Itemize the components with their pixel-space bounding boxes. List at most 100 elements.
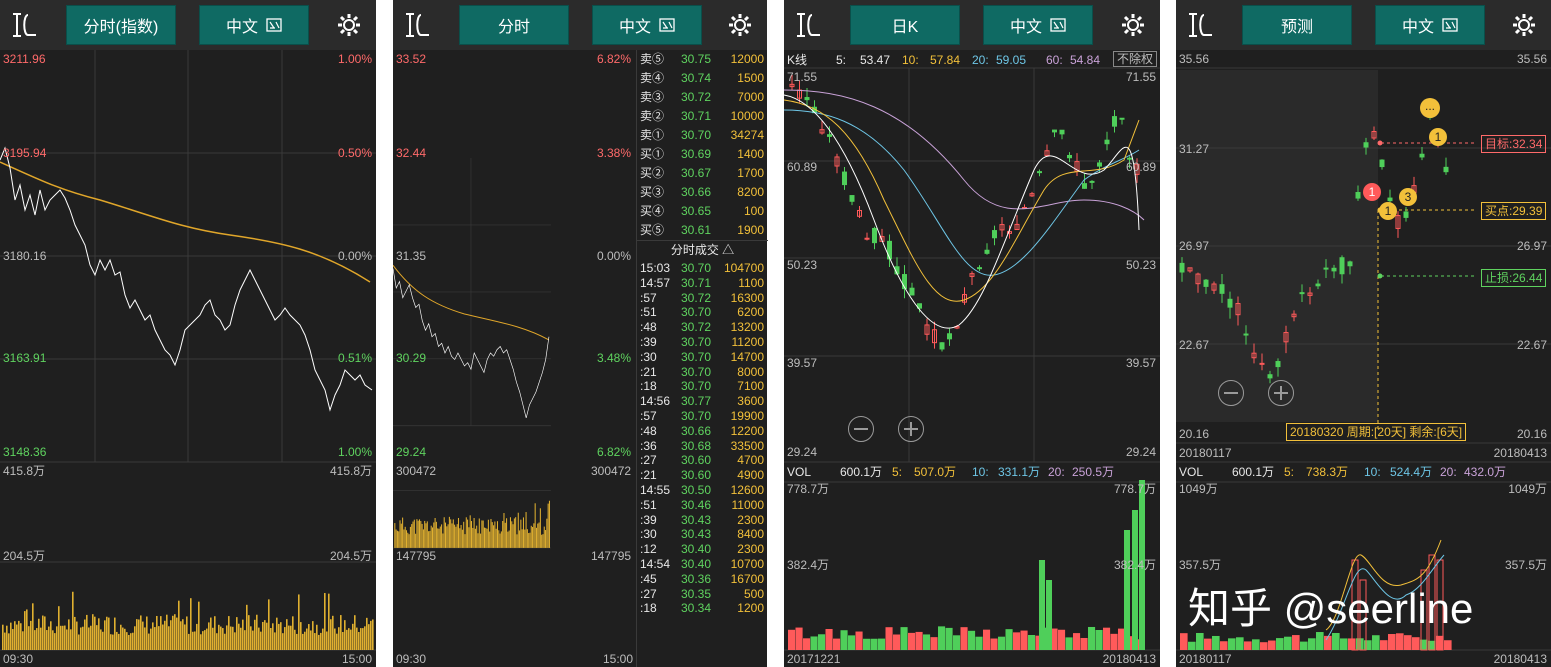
volume-bar (538, 522, 540, 548)
volume-bar (278, 623, 280, 650)
zoom-in-button[interactable] (898, 416, 924, 442)
volume-bar (102, 631, 104, 650)
volume-bar (975, 636, 983, 650)
language-button[interactable]: 中文 (199, 5, 309, 45)
signal-badge[interactable]: 1 (1363, 183, 1381, 201)
candlesticks (789, 75, 1140, 352)
volume-bar (12, 629, 14, 650)
volume-bar (504, 522, 506, 548)
volume-bar (276, 617, 278, 650)
volume-bar (140, 615, 142, 650)
volume-bar (226, 625, 228, 650)
volume-bar (324, 593, 326, 650)
adjust-toggle[interactable]: 不除权 (1113, 51, 1158, 67)
price-label: 30.29 (396, 351, 427, 365)
tab-intraday[interactable]: 分时 (459, 5, 569, 45)
volume-bar (930, 637, 938, 650)
volume-bar (112, 634, 114, 650)
tab-daily-k[interactable]: 日K (850, 5, 960, 45)
volume-bar (42, 615, 44, 650)
volume-bar (94, 616, 96, 650)
volume-bar (394, 523, 396, 548)
volume-bar (416, 519, 418, 548)
volume-bar (424, 520, 426, 548)
target-price-tag: 目标:32.34 (1481, 135, 1547, 153)
gear-icon[interactable] (336, 12, 362, 38)
signal-badge[interactable]: 3 (1399, 188, 1417, 206)
volume-bar (438, 528, 440, 548)
volume-bar (274, 632, 276, 650)
volume-bar (522, 517, 524, 548)
volume-bar (164, 620, 166, 650)
volume-bar (485, 527, 487, 548)
tab-label: 预测 (1280, 19, 1313, 36)
language-button[interactable]: 中文 (592, 5, 702, 45)
signal-badge[interactable]: ... (1420, 98, 1440, 118)
gear-icon[interactable] (1120, 12, 1146, 38)
volume-bar (216, 633, 218, 650)
volume-bar (328, 593, 330, 650)
candle-body (1052, 129, 1057, 133)
order-book-row: 买① 30.69 1400 (637, 145, 768, 164)
volume-bar (186, 616, 188, 650)
date-start-label: 20180117 (1179, 446, 1232, 460)
language-button[interactable]: 中文 (1375, 5, 1485, 45)
volume-bar (110, 634, 112, 650)
volume-bar (435, 521, 437, 548)
gear-icon[interactable] (727, 12, 753, 38)
volume-bar (418, 519, 421, 548)
volume-bar (352, 623, 354, 650)
vol-ma20-value: 432.0万 (1464, 465, 1507, 479)
zoom-in-button[interactable] (1268, 380, 1294, 406)
volume-bar (22, 631, 24, 650)
volume-bar (863, 638, 871, 650)
candle-body (1112, 116, 1117, 127)
language-button[interactable]: 中文 (983, 5, 1093, 45)
price-label: 35.56 (1516, 52, 1547, 66)
vol-ma10-key: 10: (972, 465, 989, 479)
volume-mid-label: 204.5万 (3, 549, 46, 563)
volume-bar (447, 524, 449, 548)
signal-badge[interactable]: 1 (1429, 128, 1447, 146)
signal-badge[interactable]: 1 (1379, 202, 1397, 220)
volume-bar (326, 631, 328, 650)
volume-bar (178, 600, 180, 650)
volume-bar (938, 626, 946, 650)
volume-bar (463, 521, 465, 548)
ma5-value: 53.47 (860, 53, 891, 67)
volume-bar (50, 621, 52, 650)
volume-bar (162, 624, 164, 650)
vol-ma5-value: 507.0万 (914, 465, 957, 479)
volume-bar (1276, 638, 1284, 650)
price-label: 3148.36 (3, 445, 47, 459)
volume-bar (456, 524, 458, 548)
pct-label: 6.82% (597, 445, 632, 459)
gear-icon[interactable] (1511, 12, 1537, 38)
order-price: 30.70 (681, 128, 712, 142)
volume-bar (372, 619, 374, 650)
price-label: 29.24 (787, 445, 818, 459)
volume-bar (176, 617, 178, 650)
volume-bar (232, 626, 234, 650)
volume-bar (541, 534, 543, 548)
volume-bar (6, 625, 8, 650)
app-logo-icon (1189, 13, 1212, 37)
zoom-out-button[interactable] (848, 416, 874, 442)
volume-bar (346, 629, 348, 650)
trade-time: :18 (640, 601, 657, 616)
tab-forecast[interactable]: 预测 (1242, 5, 1352, 45)
volume-bar (124, 628, 126, 650)
volume-bar (533, 523, 535, 548)
volume-bar (810, 636, 818, 650)
volume-bar (170, 620, 172, 650)
volume-bar (542, 534, 544, 548)
volume-bar (1039, 560, 1045, 650)
zoom-out-button[interactable] (1218, 380, 1244, 406)
tab-intraday-index[interactable]: 分时(指数) (66, 5, 176, 45)
volume-bar (415, 533, 417, 548)
volume-bar (455, 526, 457, 548)
volume-bar (1284, 636, 1292, 650)
trades-header[interactable]: 分时成交 △ (637, 240, 768, 259)
order-price: 30.75 (681, 52, 712, 66)
volume-bar (1073, 633, 1081, 650)
